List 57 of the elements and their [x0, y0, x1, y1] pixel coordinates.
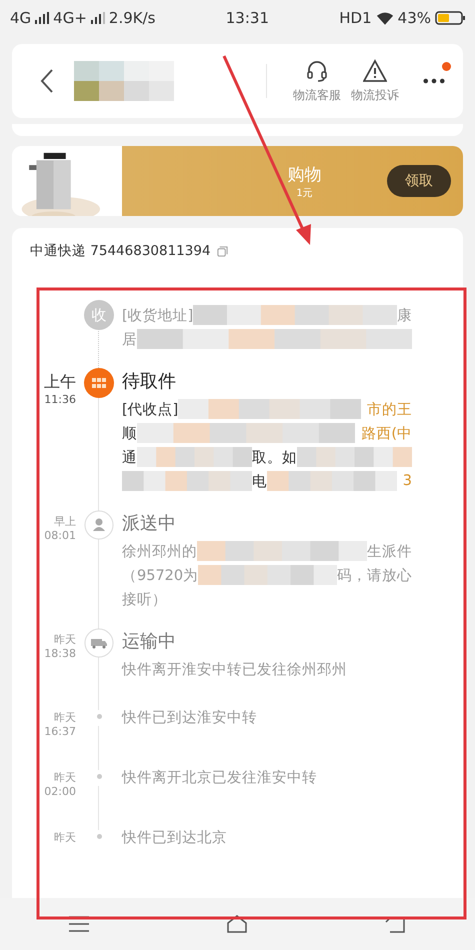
network-speed: 2.9K/s: [108, 9, 156, 27]
event-title: 待取件: [122, 370, 177, 394]
coupon-subtitle: 1元: [296, 186, 313, 200]
event-detail: 生派件: [367, 542, 412, 560]
event-time: 11:36: [44, 393, 76, 406]
event-detail: 快件已到达北京: [122, 828, 227, 846]
network-indicator: 4G+: [53, 9, 87, 27]
customer-service-button[interactable]: 物流客服: [293, 58, 341, 104]
event-detail: 快件已到达淮安中转: [122, 708, 257, 726]
event-day: 昨天: [54, 632, 76, 647]
signal-icon: [35, 12, 50, 24]
event-detail: [代收点]: [122, 400, 178, 418]
signal-icon: [90, 12, 105, 24]
back-icon[interactable]: [40, 68, 54, 94]
event-detail: 电: [252, 472, 267, 490]
event-day: 早上: [54, 514, 76, 529]
event-detail: 康: [397, 306, 412, 324]
complaint-button[interactable]: 物流投诉: [351, 58, 399, 104]
event-title: 运输中: [122, 630, 177, 654]
event-time: 16:37: [44, 725, 76, 738]
tracking-number: 中通快递 75446830811394: [30, 242, 211, 260]
claim-button[interactable]: 领取: [387, 165, 451, 197]
event-day: 昨天: [54, 830, 76, 845]
battery-percent: 43%: [398, 9, 431, 27]
event-detail: 市的王: [367, 400, 412, 418]
more-icon: [423, 78, 445, 84]
hd-indicator: HD1: [339, 9, 372, 27]
event-detail: 路西(中: [361, 424, 412, 442]
event-day: 昨天: [54, 770, 76, 785]
battery-icon: [435, 11, 465, 25]
event-detail: 取。如: [252, 448, 297, 466]
event-detail: 3: [402, 473, 412, 489]
event-time: 08:01: [44, 529, 76, 542]
event-detail: 顺: [122, 424, 137, 442]
headset-icon: [305, 58, 329, 82]
event-time: 18:38: [44, 647, 76, 660]
event-detail: [收货地址]: [122, 306, 194, 324]
event-detail: 通: [122, 448, 137, 466]
event-title: 派送中: [122, 512, 177, 536]
event-detail: （95720为: [122, 566, 198, 584]
event-time: 02:00: [44, 785, 76, 798]
network-indicator: 4G: [10, 9, 32, 27]
coupon-card[interactable]: 购物 1元 领取: [122, 146, 463, 216]
home-icon[interactable]: [225, 914, 250, 934]
clock: 13:31: [226, 9, 269, 27]
event-day: 昨天: [54, 710, 76, 725]
warning-icon: [363, 58, 387, 82]
event-detail: 居: [122, 330, 137, 348]
event-detail: 接听）: [122, 590, 167, 608]
coupon-title: 购物: [288, 164, 322, 186]
event-detail: 徐州邳州的: [122, 542, 197, 560]
event-day: 上午: [44, 372, 76, 393]
event-detail: 快件离开淮安中转已发往徐州邳州: [122, 660, 347, 678]
wifi-icon: [376, 10, 394, 26]
copy-icon[interactable]: [216, 246, 228, 256]
event-detail: 快件离开北京已发往淮安中转: [122, 768, 317, 786]
event-detail: 码，请放心: [337, 566, 412, 584]
